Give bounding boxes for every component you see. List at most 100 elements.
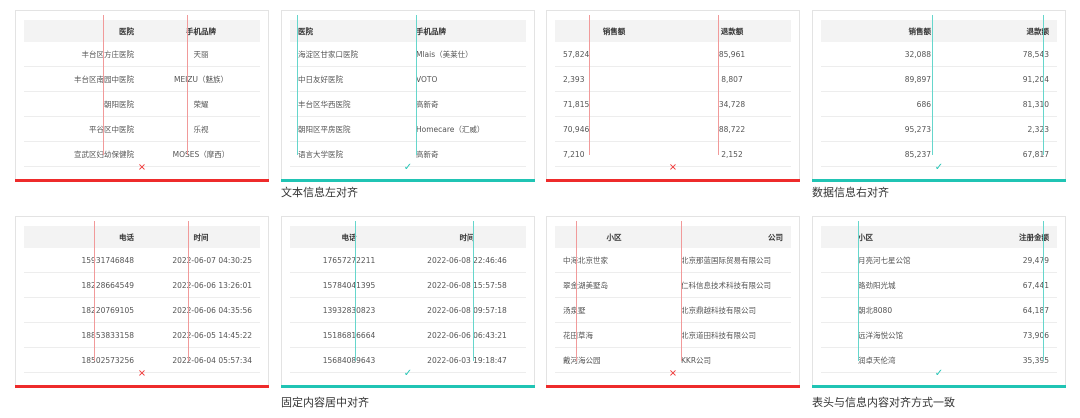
example-card-header-wrong: 小区 公司 中海北京世家 北京那蓝国际贸易有限公司 翠金湖美墅岛 仁科信息技术科技有…: [546, 216, 800, 388]
column-header: 时间: [459, 232, 475, 242]
table-row: 71,815 34,728: [555, 92, 791, 117]
table-row: 18220769105 2022-06-06 04:35:56: [24, 298, 260, 323]
table-row: 中日友好医院 VOTO: [290, 67, 526, 92]
table-cell: 路劲阳光城: [858, 280, 896, 290]
table-cell: Mlais（美莱仕）: [416, 49, 473, 59]
table-cell: 34,728: [718, 99, 746, 109]
column-header: 电话: [341, 232, 357, 242]
table-cell: 汤泉墅: [563, 305, 586, 315]
table-cell: 中日友好医院: [298, 74, 343, 84]
table-cell: 85,961: [718, 49, 746, 59]
column-header: 手机品牌: [416, 26, 446, 36]
table-cell: 戴河海公园: [563, 355, 601, 365]
table-cell: 润卓天伦湾: [858, 355, 896, 365]
table-row: 57,824 85,961: [555, 42, 791, 67]
table-cell: 2022-06-06 06:43:21: [427, 330, 507, 340]
alignment-guide-line: [718, 15, 719, 155]
example-card-fixed-wrong: 电话 时间 15931746848 2022-06-07 04:30:25 182…: [15, 216, 269, 388]
table-cell: 2022-06-08 22:46:46: [427, 255, 507, 265]
wrong-mark-icon: ×: [668, 162, 678, 173]
table-header: 小区 公司: [555, 226, 791, 248]
caption-fixed-center-align: 固定内容居中对齐: [281, 396, 369, 409]
table-cell: 17657272211: [322, 255, 376, 265]
column-header: 小区: [858, 232, 873, 242]
sample-table: 销售额 退款额 57,824 85,961 2,393 8,807 71,815 34…: [555, 20, 791, 167]
table-cell: 2,323: [1027, 124, 1049, 134]
table-cell: 朝北8080: [858, 305, 893, 315]
table-cell: 2022-06-08 15:57:58: [427, 280, 507, 290]
table-row: 海淀区甘家口医院 Mlais（美莱仕）: [290, 42, 526, 67]
correct-indicator-bar: [281, 179, 535, 182]
table-cell: 北京道田科技有限公司: [681, 330, 756, 340]
table-cell: 81,310: [1022, 99, 1049, 109]
column-header: 医院: [119, 26, 134, 36]
table-row: 月亮河七星公馆 29,479: [821, 248, 1057, 273]
column-header: 公司: [768, 232, 783, 242]
table-cell: 71,815: [563, 99, 590, 109]
table-cell: 13932830823: [322, 305, 376, 315]
table-cell: 15684089643: [322, 355, 376, 365]
wrong-indicator-bar: [546, 385, 800, 388]
example-card-text-wrong: 医院 手机品牌 丰台区方庄医院 天丽 丰台区南园中医院 MEIZU（魅族） 朝阳医院…: [15, 10, 269, 182]
table-cell: 15784041395: [322, 280, 376, 290]
column-header: 销售额: [908, 26, 932, 36]
column-header: 电话: [119, 232, 134, 242]
alignment-guide-line: [681, 221, 682, 361]
table-cell: 2022-06-04 05:57:34: [172, 355, 252, 365]
table-cell: 70,946: [563, 124, 590, 134]
table-cell: 67,817: [1022, 149, 1049, 159]
table-cell: 89,897: [904, 74, 931, 84]
table-cell: Homecare（汇威）: [416, 124, 485, 134]
table-cell: 丰台区华西医院: [298, 99, 351, 109]
column-header: 退款额: [720, 26, 744, 36]
table-header: 医院 手机品牌: [24, 20, 260, 42]
table-cell: 7,210: [563, 149, 585, 159]
alignment-guide-line: [103, 15, 104, 155]
table-cell: 18502573256: [81, 355, 135, 365]
table-row: 70,946 88,722: [555, 117, 791, 142]
column-header: 注册金额: [1019, 232, 1049, 242]
table-cell: 2,152: [721, 149, 743, 159]
table-cell: 花田草海: [563, 330, 593, 340]
correct-indicator-bar: [281, 385, 535, 388]
column-header: 手机品牌: [186, 26, 216, 36]
table-cell: 朝阳医院: [104, 99, 134, 109]
check-mark-icon: ✓: [934, 368, 944, 379]
table-cell: 18853833158: [81, 330, 135, 340]
sample-table: 销售额 退款额 32,088 78,543 89,897 91,204 686 81,…: [821, 20, 1057, 167]
table-cell: 仁科信息技术科技有限公司: [681, 280, 771, 290]
table-cell: KKR公司: [681, 355, 712, 365]
table-row: 2,393 8,807: [555, 67, 791, 92]
table-cell: 18220769105: [81, 305, 135, 315]
correct-indicator-bar: [812, 179, 1066, 182]
correct-indicator-bar: [812, 385, 1066, 388]
table-cell: 95,273: [904, 124, 931, 134]
table-row: 18853833158 2022-06-05 14:45:22: [24, 323, 260, 348]
table-row: 13932830823 2022-06-08 09:57:18: [290, 298, 526, 323]
table-row: 朝北8080 64,187: [821, 298, 1057, 323]
table-row: 汤泉墅 北京鼎越科技有限公司: [555, 298, 791, 323]
table-cell: 29,479: [1022, 255, 1049, 265]
column-header: 销售额: [602, 26, 626, 36]
table-cell: 荣耀: [193, 99, 209, 109]
table-cell: 2022-06-03 19:18:47: [427, 355, 507, 365]
example-card-text-right: 医院 手机品牌 海淀区甘家口医院 Mlais（美莱仕） 中日友好医院 VOTO 丰台…: [281, 10, 535, 182]
alignment-guide-line: [1043, 221, 1044, 361]
table-row: 95,273 2,323: [821, 117, 1057, 142]
table-cell: MEIZU（魅族）: [173, 74, 229, 84]
sample-table: 电话 时间 17657272211 2022-06-08 22:46:46 157…: [290, 226, 526, 373]
table-cell: 32,088: [904, 49, 931, 59]
alignment-guide-line: [187, 15, 188, 155]
table-row: 花田草海 北京道田科技有限公司: [555, 323, 791, 348]
alignment-guide-line: [858, 221, 859, 361]
alignment-guide-line: [94, 221, 95, 361]
caption-text-left-align: 文本信息左对齐: [281, 186, 358, 199]
table-row: 丰台区方庄医院 天丽: [24, 42, 260, 67]
check-mark-icon: ✓: [934, 162, 944, 173]
table-row: 32,088 78,543: [821, 42, 1057, 67]
table-cell: 北京鼎越科技有限公司: [681, 305, 756, 315]
table-cell: 2022-06-06 13:26:01: [172, 280, 252, 290]
table-cell: 天丽: [193, 49, 209, 59]
alignment-guide-line: [416, 15, 417, 155]
example-card-number-right: 销售额 退款额 32,088 78,543 89,897 91,204 686 81,…: [812, 10, 1066, 182]
